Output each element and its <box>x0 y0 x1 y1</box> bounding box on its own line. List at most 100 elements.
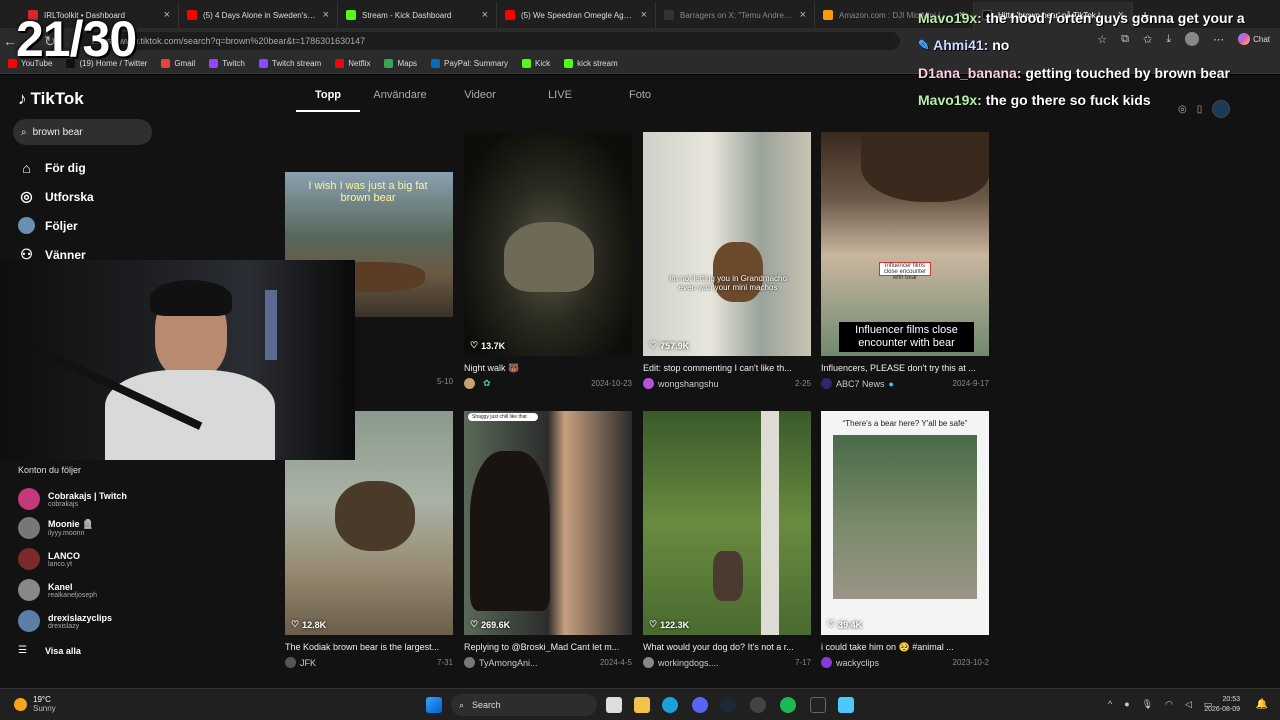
close-tab-icon[interactable]: × <box>641 9 647 21</box>
tab-users[interactable]: Användare <box>360 89 440 112</box>
close-tab-icon[interactable]: × <box>164 9 170 21</box>
bookmark-item[interactable]: Twitch stream <box>258 59 321 68</box>
bookmark-item[interactable]: Twitch <box>209 59 245 68</box>
heart-icon: ♡ <box>827 619 836 629</box>
author-avatar[interactable] <box>643 378 654 389</box>
x-icon <box>664 10 674 20</box>
spotify-icon[interactable] <box>780 697 796 713</box>
video-card[interactable]: Shaggy just chill like that ♡ 269.6K Repl… <box>464 411 632 671</box>
search-input[interactable]: ⌕ brown bear <box>13 119 152 145</box>
obs-icon[interactable] <box>750 697 766 713</box>
browser-tab[interactable]: (5) We Speedran Omegle Against × <box>497 2 656 28</box>
webcam-overlay <box>0 260 355 460</box>
chat-message: ✎ Ahmi41: no <box>918 37 1010 53</box>
bookmark-item[interactable]: kick stream <box>564 59 618 68</box>
followed-account[interactable]: drexislazyclips drexislazy <box>18 610 112 632</box>
chevron-up-icon[interactable]: ^ <box>1108 699 1112 710</box>
video-thumbnail[interactable]: ♡ 13.7K <box>464 132 632 356</box>
tiktok-note-icon: ♪ <box>18 89 27 108</box>
tab-top[interactable]: Topp <box>296 89 360 112</box>
bear-shape <box>504 222 594 292</box>
tab-live[interactable]: LIVE <box>520 89 600 112</box>
notepad-icon[interactable] <box>838 697 854 713</box>
close-tab-icon[interactable]: × <box>482 9 488 21</box>
tab-photo[interactable]: Foto <box>600 89 680 112</box>
url-field[interactable]: https://www.tiktok.com/search?q=brown%20… <box>80 32 900 50</box>
video-caption[interactable]: Night walk 🐻 <box>464 363 632 374</box>
bookmark-item[interactable]: Kick <box>522 59 550 68</box>
app-icon[interactable] <box>810 697 826 713</box>
video-card[interactable]: ♡ 13.7K Night walk 🐻 ✿ 2024-10-23 <box>464 132 632 392</box>
video-thumbnail[interactable]: “There's a bear here? Y'all be safe” ♡ 39… <box>821 411 989 635</box>
followed-account[interactable]: Moonie 🪦 ilyyy.moonn <box>18 517 93 539</box>
notification-icon[interactable]: 🔔 <box>1256 699 1268 710</box>
wifi-icon[interactable]: ◠ <box>1165 699 1173 710</box>
bookmark-item[interactable]: Gmail <box>161 59 195 68</box>
bookmark-favicon-icon <box>209 59 219 68</box>
volume-icon[interactable]: ◁ <box>1185 699 1192 710</box>
bear-shape <box>470 451 550 611</box>
video-caption[interactable]: i could take him on 🥺 #animal ... <box>821 642 989 653</box>
weather-widget[interactable]: 19°C Sunny <box>14 695 56 713</box>
nav-explore[interactable]: ◎ Utforska <box>18 188 93 205</box>
followed-account[interactable]: LANCO lanco.yt <box>18 548 80 570</box>
browser-tab[interactable]: (5) 4 Days Alone in Sweden's Wild × <box>179 2 338 28</box>
video-caption[interactable]: Influencers, PLEASE don't try this at ..… <box>821 363 989 373</box>
author-avatar[interactable] <box>821 657 832 668</box>
followed-account[interactable]: Cobrakajs | Twitch cobrakajs <box>18 488 127 510</box>
like-count: ♡ 122.3K <box>649 619 690 630</box>
microphone-icon[interactable]: 🎙 <box>1142 699 1153 710</box>
browser-tab[interactable]: Stream - Kick Dashboard × <box>338 2 497 28</box>
video-card[interactable]: Influencer films close encounter with be… <box>821 132 989 392</box>
clock[interactable]: 20:53 2026-08-09 <box>1204 695 1240 715</box>
task-view-icon[interactable] <box>606 697 622 713</box>
start-icon[interactable] <box>426 697 442 713</box>
video-caption[interactable]: What would your dog do? It's not a r... <box>643 642 811 652</box>
author-avatar[interactable] <box>643 657 654 668</box>
followed-account[interactable]: Kanel realkaneljoseph <box>18 579 97 601</box>
discord-icon[interactable] <box>692 697 708 713</box>
heart-icon: ♡ <box>649 619 658 629</box>
file-explorer-icon[interactable] <box>634 697 650 713</box>
author-avatar[interactable] <box>464 378 475 389</box>
video-thumbnail[interactable]: Im not letting you in Grandmacho even wi… <box>643 132 811 356</box>
close-tab-icon[interactable]: × <box>800 9 806 21</box>
search-icon: ⌕ <box>459 699 465 710</box>
following-avatar-icon <box>18 217 35 234</box>
video-card[interactable]: Im not letting you in Grandmacho even wi… <box>643 132 811 392</box>
see-all-link[interactable]: ☰ Visa alla <box>18 645 81 656</box>
browser-tab[interactable]: Barragers on X: "Temu Andrew Ta × <box>656 2 815 28</box>
video-caption[interactable]: Replying to @Broski_Mad Cant let m... <box>464 642 632 652</box>
video-thumbnail[interactable]: Influencer films close encounter with be… <box>821 132 989 356</box>
video-card[interactable]: “There's a bear here? Y'all be safe” ♡ 39… <box>821 411 989 671</box>
bookmark-item[interactable]: PayPal: Summary <box>431 59 508 68</box>
bookmark-item[interactable]: Netflix <box>335 59 370 68</box>
heart-icon: ♡ <box>649 340 658 350</box>
video-thumbnail[interactable]: ♡ 122.3K <box>643 411 811 635</box>
profile-avatar[interactable] <box>1212 100 1231 118</box>
compass-icon[interactable]: ◎ <box>1178 104 1187 115</box>
tiktok-logo[interactable]: ♪ TikTok <box>18 89 84 109</box>
bookmark-favicon-icon <box>384 59 394 68</box>
author-avatar[interactable] <box>285 657 296 668</box>
app-tray-icon[interactable]: ● <box>1124 699 1129 710</box>
avatar <box>18 610 40 632</box>
steam-icon[interactable] <box>720 697 736 713</box>
author-avatar[interactable] <box>821 378 832 389</box>
video-caption[interactable]: Edit: stop commenting I can't like th... <box>643 363 811 373</box>
nav-following[interactable]: Följer <box>18 217 78 234</box>
bookmark-item[interactable]: Maps <box>384 59 417 68</box>
tab-videos[interactable]: Videor <box>440 89 520 112</box>
author-avatar[interactable] <box>464 657 475 668</box>
edge-icon[interactable] <box>662 697 678 713</box>
search-tabs: Topp Användare Videor LIVE Foto <box>296 89 680 112</box>
taskbar-search[interactable]: ⌕ Search <box>451 694 597 716</box>
nav-for-you[interactable]: ⌂ För dig <box>18 159 85 176</box>
video-caption[interactable]: The Kodiak brown bear is the largest... <box>285 642 453 652</box>
video-thumbnail[interactable]: Shaggy just chill like that ♡ 269.6K <box>464 411 632 635</box>
avatar <box>18 548 40 570</box>
close-tab-icon[interactable]: × <box>323 9 329 21</box>
bookmark-favicon-icon <box>335 59 345 68</box>
video-card[interactable]: ♡ 122.3K What would your dog do? It's not… <box>643 411 811 671</box>
phone-icon[interactable]: ▯ <box>1197 104 1203 115</box>
